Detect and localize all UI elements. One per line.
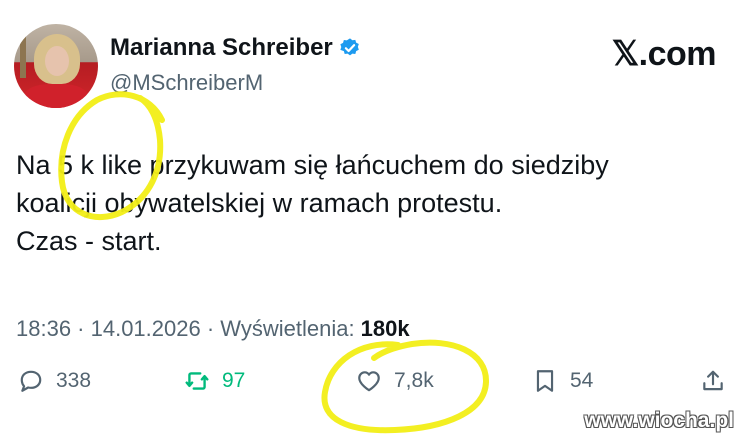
tweet-text-line: koalicji obywatelskiej w ramach protestu… (16, 188, 503, 218)
tweet-timestamp[interactable]: 18:36 · 14.01.2026 · (16, 316, 220, 341)
like-count: 7,8k (394, 369, 434, 392)
bookmark-button[interactable]: 54 (532, 368, 593, 394)
author-name[interactable]: Marianna Schreiber (110, 34, 333, 62)
author-name-row: Marianna Schreiber (110, 34, 361, 62)
avatar[interactable] (14, 24, 98, 108)
reply-icon (20, 370, 42, 392)
author-handle[interactable]: @MSchreiberM (110, 70, 263, 96)
tweet-meta: 18:36 · 14.01.2026 · Wyświetlenia: 180k (16, 316, 410, 342)
share-button[interactable] (700, 368, 726, 394)
reply-button[interactable]: 338 (18, 368, 91, 394)
views-label: Wyświetlenia: (220, 316, 361, 341)
verified-badge-icon (340, 38, 359, 56)
repost-count: 97 (222, 369, 246, 392)
bookmark-count: 54 (570, 369, 594, 392)
tweet-text-line: Na 5 k like przykuwam się łańcuchem do s… (16, 150, 609, 180)
avatar-background (20, 30, 26, 78)
repost-button[interactable]: 97 (184, 368, 245, 394)
heart-icon (358, 371, 380, 392)
tweet-text-line: Czas - start. (16, 226, 162, 256)
reply-count: 338 (56, 369, 92, 392)
bookmark-icon (536, 370, 554, 392)
watermark: www.wiocha.pl (584, 409, 734, 432)
action-bar: 338 97 7,8k 54 (0, 368, 750, 408)
repost-icon (185, 372, 209, 390)
share-icon (703, 370, 723, 391)
avatar-dress (24, 84, 88, 108)
views-count: 180k (360, 316, 410, 341)
like-button[interactable]: 7,8k (356, 368, 434, 394)
avatar-face (45, 46, 69, 76)
tweet-text: Na 5 k like przykuwam się łańcuchem do s… (16, 146, 716, 260)
tweet-card: Marianna Schreiber @MSchreiberM 𝕏.com Na… (0, 0, 750, 439)
x-logo: 𝕏.com (611, 35, 717, 73)
